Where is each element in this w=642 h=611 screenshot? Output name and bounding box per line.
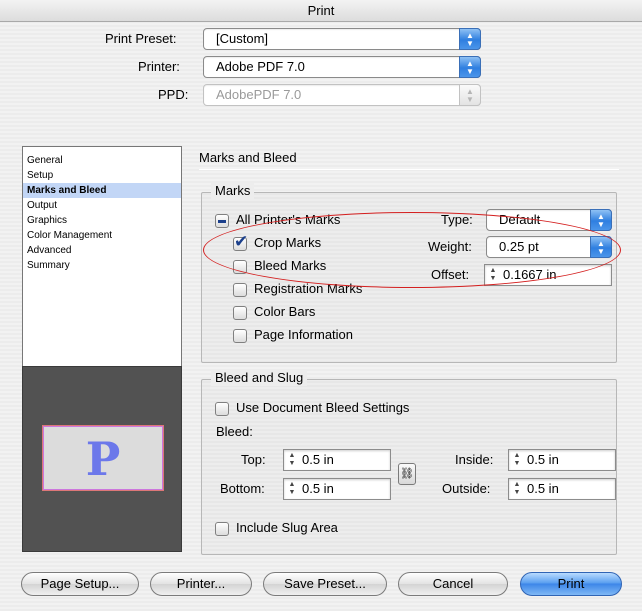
cancel-button[interactable]: Cancel (398, 572, 508, 596)
outside-label: Outside: (442, 481, 491, 496)
updown-arrows-icon: ▲ ▼ (459, 84, 481, 106)
print-button[interactable]: Print (520, 572, 622, 596)
registration-marks-checkbox[interactable] (233, 283, 247, 297)
window-title: Print (307, 3, 335, 18)
offset-value: 0.1667 in (503, 267, 557, 282)
all-printers-marks-checkbox[interactable] (215, 214, 229, 228)
use-document-bleed-checkbox[interactable] (215, 402, 229, 416)
type-value: Default (499, 212, 541, 227)
panel-title-divider (199, 169, 619, 170)
sidebar-item-general[interactable]: General (23, 153, 181, 168)
stepper-arrows-icon[interactable]: ▲ ▼ (511, 481, 523, 497)
stepper-arrows-icon[interactable]: ▲ ▼ (286, 481, 298, 497)
offset-field[interactable]: ▲ ▼ 0.1667 in (484, 264, 612, 286)
inside-label: Inside: (455, 452, 494, 467)
stepper-arrows-icon[interactable]: ▲ ▼ (511, 452, 523, 468)
bottom-value: 0.5 in (302, 481, 334, 496)
offset-label: Offset: (431, 267, 470, 282)
print-preset-popup[interactable]: [Custom] ▲ ▼ (203, 28, 481, 50)
print-preset-label: Print Preset: (105, 31, 177, 46)
updown-arrows-icon: ▲ ▼ (459, 28, 481, 50)
category-list: General Setup Marks and Bleed Output Gra… (22, 146, 182, 378)
bleed-marks-label: Bleed Marks (254, 258, 327, 273)
bleed-and-slug-group-title: Bleed and Slug (211, 370, 308, 386)
page-setup-button[interactable]: Page Setup... (21, 572, 139, 596)
window-titlebar: Print (0, 0, 642, 22)
bleed-label: Bleed: (216, 424, 253, 439)
color-bars-checkbox[interactable] (233, 306, 247, 320)
crop-marks-checkbox[interactable] (233, 232, 248, 252)
outside-field[interactable]: ▲ ▼ 0.5 in (508, 478, 616, 500)
top-value: 0.5 in (302, 452, 334, 467)
stepper-arrows-icon[interactable]: ▲ ▼ (286, 452, 298, 468)
inside-value: 0.5 in (527, 452, 559, 467)
outside-value: 0.5 in (527, 481, 559, 496)
inside-field[interactable]: ▲ ▼ 0.5 in (508, 449, 616, 471)
type-label: Type: (441, 212, 473, 227)
ppd-value: AdobePDF 7.0 (216, 87, 302, 102)
include-slug-label: Include Slug Area (236, 520, 338, 535)
printer-value: Adobe PDF 7.0 (216, 59, 305, 74)
weight-popup[interactable]: 0.25 pt ▲ ▼ (486, 236, 612, 258)
save-preset-button[interactable]: Save Preset... (263, 572, 387, 596)
color-bars-label: Color Bars (254, 304, 316, 319)
stepper-arrows-icon[interactable]: ▲ ▼ (487, 267, 499, 283)
chain-link-icon[interactable]: ⛓ (398, 463, 416, 485)
print-dialog: Print Preset: [Custom] ▲ ▼ Printer: Adobe… (0, 22, 642, 611)
sidebar-item-output[interactable]: Output (23, 198, 181, 213)
updown-arrows-icon: ▲ ▼ (590, 209, 612, 231)
all-printers-marks-label: All Printer's Marks (236, 212, 341, 227)
ppd-label: PPD: (158, 87, 189, 102)
include-slug-checkbox[interactable] (215, 522, 229, 536)
updown-arrows-icon: ▲ ▼ (590, 236, 612, 258)
sidebar-item-advanced[interactable]: Advanced (23, 243, 181, 258)
page-information-label: Page Information (254, 327, 354, 342)
sidebar-item-summary[interactable]: Summary (23, 258, 181, 273)
sidebar-item-color-management[interactable]: Color Management (23, 228, 181, 243)
weight-label: Weight: (428, 239, 472, 254)
preview-page: P (42, 425, 164, 491)
marks-group-title: Marks (211, 183, 255, 199)
weight-value: 0.25 pt (499, 239, 539, 254)
updown-arrows-icon: ▲ ▼ (459, 56, 481, 78)
printer-button[interactable]: Printer... (150, 572, 252, 596)
bottom-label: Bottom: (220, 481, 265, 496)
registration-marks-label: Registration Marks (254, 281, 363, 296)
page-information-checkbox[interactable] (233, 329, 247, 343)
sidebar-item-marks-and-bleed[interactable]: Marks and Bleed (23, 183, 181, 198)
printer-label: Printer: (138, 59, 180, 74)
bottom-field[interactable]: ▲ ▼ 0.5 in (283, 478, 391, 500)
sidebar-item-setup[interactable]: Setup (23, 168, 181, 183)
crop-marks-label: Crop Marks (254, 235, 322, 250)
page-preview: P (22, 366, 182, 552)
top-field[interactable]: ▲ ▼ 0.5 in (283, 449, 391, 471)
preview-letter: P (85, 432, 121, 486)
printer-popup[interactable]: Adobe PDF 7.0 ▲ ▼ (203, 56, 481, 78)
panel-title: Marks and Bleed (199, 150, 297, 165)
use-document-bleed-label: Use Document Bleed Settings (236, 400, 410, 415)
print-preset-value: [Custom] (216, 31, 269, 46)
sidebar-item-graphics[interactable]: Graphics (23, 213, 181, 228)
top-label: Top: (241, 452, 266, 467)
type-popup[interactable]: Default ▲ ▼ (486, 209, 612, 231)
bleed-marks-checkbox[interactable] (233, 260, 247, 274)
ppd-popup: AdobePDF 7.0 ▲ ▼ (203, 84, 481, 106)
